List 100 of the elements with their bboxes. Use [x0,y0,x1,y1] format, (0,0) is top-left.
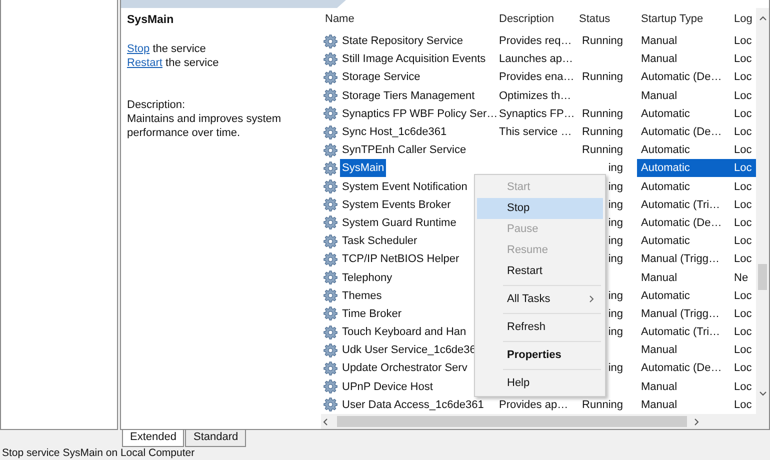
table-cell-text: Automatic [640,180,691,195]
table-cell: Launches ap… [499,53,573,66]
menu-item[interactable]: Refresh [477,317,603,338]
table-cell: Provides ena… [499,71,574,84]
table-cell: Provides ap… [499,398,568,411]
table-cell-text: Automatic (De… [640,125,723,140]
column-header[interactable]: Name [321,10,495,28]
table-cell: Provides req… [499,35,572,48]
table-cell: ing [608,308,623,320]
table-cell-text: Loc [733,252,753,268]
menu-item[interactable]: Help [477,373,603,394]
table-cell-text: Loc [733,361,753,376]
table-cell: ing [608,180,623,193]
table-cell-text: Automatic [640,143,691,158]
column-header[interactable]: Log [730,10,756,28]
table-cell: Running [582,35,623,48]
scroll-thumb[interactable] [337,416,687,427]
menu-item[interactable]: Restart [477,261,603,282]
view-tab[interactable]: Extended [122,430,184,447]
service-name[interactable]: Synaptics FP WBF Policy Ser… [340,104,500,123]
table-cell-text: Manual (Trigg… [640,252,720,268]
menu-item[interactable]: All Tasks [477,289,603,310]
table-cell-text: Loc [733,198,753,213]
gear-icon [323,324,338,340]
action-link[interactable]: Stop [127,43,150,55]
table-cell-text: Manual [640,398,678,413]
service-title: SysMain [127,14,175,26]
gear-icon [323,360,338,376]
column-header[interactable]: Status [575,10,637,28]
table-cell-text: Manual [640,343,678,358]
selected-row-cell: Loc [730,159,756,178]
table-cell-text: Loc [733,106,753,122]
service-name[interactable]: Time Broker [340,304,404,323]
service-name[interactable]: System Events Broker [340,196,453,214]
table-cell: ing [608,235,623,248]
service-name[interactable]: Update Orchestrator Serv [340,359,470,378]
service-name[interactable]: SysMain [340,159,386,178]
description-text: Maintains and improves system performance over time. [127,112,282,140]
gear-icon [323,342,338,358]
gear-icon [323,234,338,249]
service-name[interactable]: Telephony [340,268,394,287]
menu-item[interactable]: Properties [477,345,603,366]
table-cell-text: Loc [733,143,753,158]
table-cell: Running [582,126,623,138]
service-name[interactable]: State Repository Service [340,32,466,50]
service-name[interactable]: System Guard Runtime [340,214,458,232]
table-cell: Running [582,144,623,156]
view-tab[interactable]: Standard [185,430,246,447]
table-cell-text: Loc [733,180,753,195]
service-name[interactable]: UPnP Device Host [340,378,435,396]
service-name[interactable]: Touch Keyboard and Han [340,323,468,342]
table-cell: ing [608,198,623,211]
horizontal-scrollbar[interactable] [321,414,769,429]
menu-item[interactable]: Stop [477,198,603,219]
table-cell: Synaptics FP… [499,108,575,120]
gear-icon [323,106,338,122]
service-name[interactable]: Task Scheduler [340,232,420,250]
table-cell-text: Loc [733,34,753,50]
table-cell-text: Automatic (Tri… [640,198,722,213]
action-text: the service [152,43,206,55]
gear-icon [323,88,338,104]
table-cell: ing [608,290,623,302]
table-cell-text: Ne [733,270,750,286]
selected-row-cell: Automatic [637,159,730,178]
gear-icon [323,34,338,49]
service-name[interactable]: SynTPEnh Caller Service [340,141,468,160]
service-name[interactable]: Storage Tiers Management [340,86,477,105]
description-label: Description: [127,98,186,112]
vertical-scrollbar[interactable] [756,8,769,414]
table-cell: Running [582,71,623,84]
table-cell-text: Manual [640,52,678,68]
service-name[interactable]: Still Image Acquisition Events [340,50,488,68]
service-name[interactable]: Storage Service [340,68,422,86]
table-cell: Running [582,398,623,411]
table-cell-text: Loc [733,216,753,231]
service-name[interactable]: Themes [340,286,384,305]
table-cell-text: Automatic (Tri… [640,325,722,340]
action-link[interactable]: Restart [127,57,162,69]
table-cell-text: Loc [733,70,753,86]
service-name[interactable]: System Event Notification [340,178,470,196]
table-cell-text: Automatic (De… [640,361,723,376]
gear-icon [323,52,338,67]
table-cell: ing [608,326,623,338]
column-header[interactable]: Startup Type [637,10,730,28]
gear-icon [323,197,338,212]
service-name[interactable]: Udk User Service_1c6de36 [340,341,478,360]
table-cell-text: Automatic (De… [640,70,723,86]
service-name[interactable]: User Data Access_1c6de361 [340,396,486,414]
column-header[interactable]: Description [495,10,575,28]
table-cell-text: Loc [733,398,753,413]
service-name[interactable]: Sync Host_1c6de361 [340,123,449,142]
table-cell-text: Loc [733,234,753,250]
gear-icon [323,306,338,322]
table-cell-text: Automatic [640,288,691,304]
gear-icon [323,215,338,230]
scroll-thumb[interactable] [758,264,767,290]
service-name[interactable]: TCP/IP NetBIOS Helper [340,250,462,268]
gear-icon [323,124,338,140]
table-cell-text: Loc [733,325,753,340]
table-cell-text: Manual (Trigg… [640,306,720,322]
